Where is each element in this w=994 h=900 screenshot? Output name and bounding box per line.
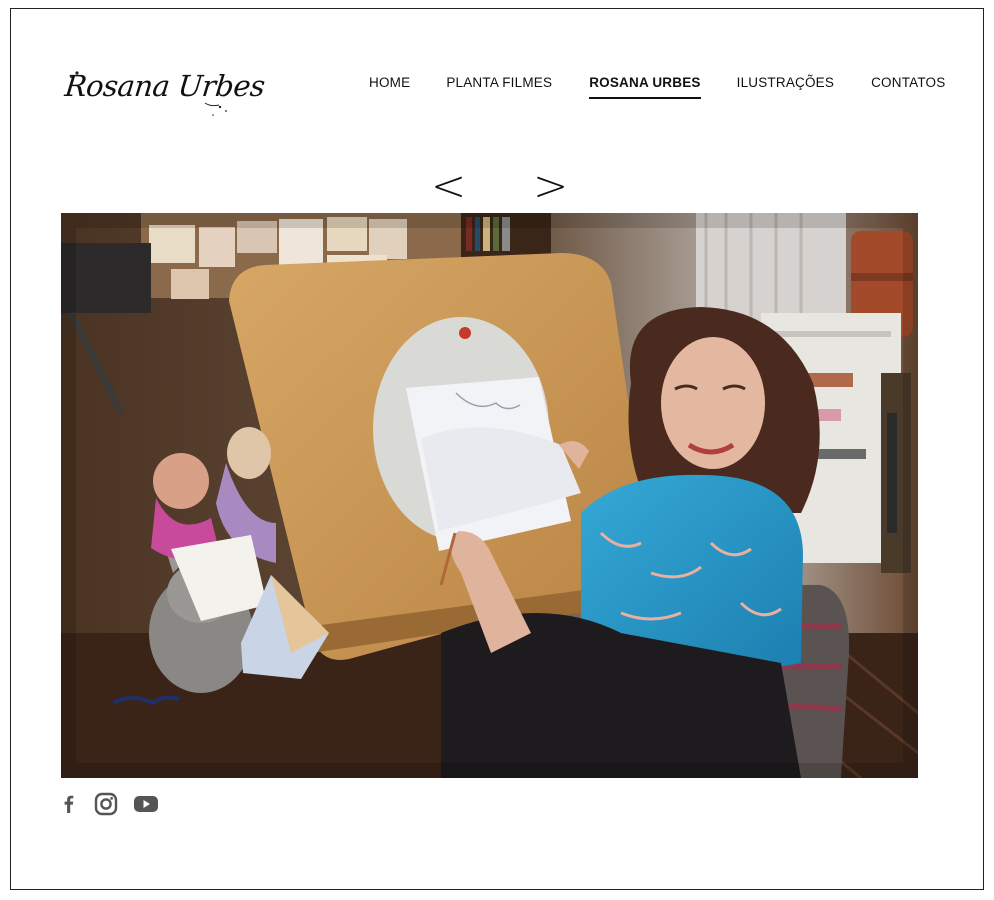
featured-photo: [61, 213, 918, 778]
page-frame: Rosana Urbes HOME PLANTA FILMES ROSANA U…: [10, 8, 984, 890]
slider-next-button[interactable]: >: [533, 165, 568, 207]
logo-ink-splatter: [70, 71, 227, 116]
slider-prev-button[interactable]: <: [431, 165, 466, 207]
main-navigation: HOME PLANTA FILMES ROSANA URBES ILUSTRAÇ…: [369, 75, 945, 105]
instagram-icon[interactable]: [93, 791, 119, 817]
facebook-icon[interactable]: [59, 794, 79, 814]
nav-item-home[interactable]: HOME: [369, 75, 410, 95]
nav-item-ilustracoes[interactable]: ILUSTRAÇÕES: [737, 75, 834, 95]
nav-item-rosana-urbes[interactable]: ROSANA URBES: [589, 75, 702, 99]
social-links: [59, 791, 159, 817]
site-logo[interactable]: Rosana Urbes: [63, 65, 266, 125]
nav-item-planta-filmes[interactable]: PLANTA FILMES: [446, 75, 552, 95]
youtube-icon[interactable]: [133, 794, 159, 814]
photo-artist-at-animation-desk: [61, 213, 918, 778]
nav-item-contatos[interactable]: CONTATOS: [871, 75, 945, 95]
